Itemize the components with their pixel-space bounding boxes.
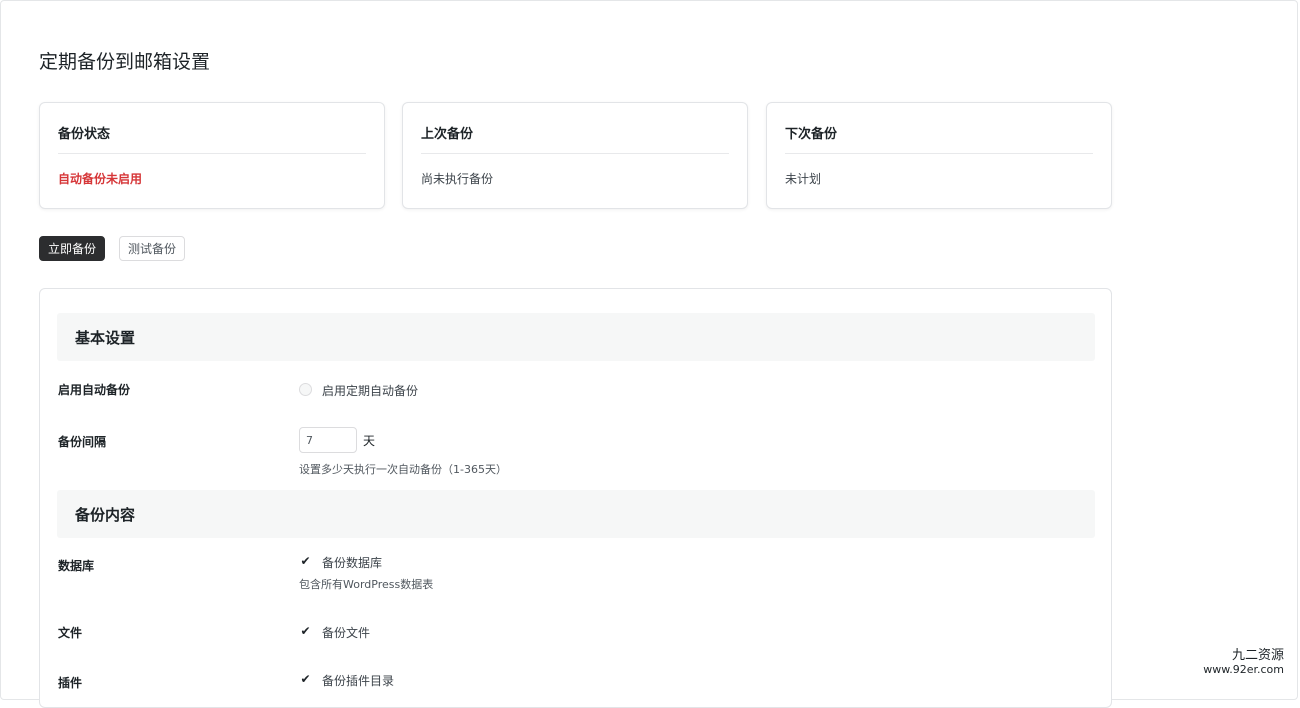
check-icon: ✔ xyxy=(300,672,311,686)
interval-unit-label: 天 xyxy=(363,434,376,448)
test-backup-button[interactable]: 测试备份 xyxy=(119,236,185,261)
plugins-label: 插件 xyxy=(58,676,83,690)
status-card-next-backup: 下次备份 未计划 xyxy=(766,102,1112,209)
check-icon: ✔ xyxy=(300,554,311,568)
page-title: 定期备份到邮箱设置 xyxy=(39,51,211,73)
card-divider xyxy=(58,153,366,154)
backup-state-value: 自动备份未启用 xyxy=(58,172,143,186)
auto-backup-checkbox-label[interactable]: 启用定期自动备份 xyxy=(322,382,418,399)
files-label: 文件 xyxy=(58,626,83,640)
card-divider xyxy=(785,153,1093,154)
database-checkbox-label[interactable]: 备份数据库 xyxy=(322,554,382,571)
backup-interval-input[interactable] xyxy=(299,427,357,453)
database-help-text: 包含所有WordPress数据表 xyxy=(299,578,434,591)
plugins-checkbox[interactable]: ✔ xyxy=(299,673,312,686)
status-card-last-backup: 上次备份 尚未执行备份 xyxy=(402,102,748,209)
backup-interval-label: 备份间隔 xyxy=(58,435,107,449)
watermark-url: www.92er.com xyxy=(1203,662,1284,676)
section-title: 备份内容 xyxy=(75,506,136,524)
card-title: 下次备份 xyxy=(785,127,838,142)
settings-panel: 基本设置 启用自动备份 启用定期自动备份 备份间隔 天 设置多少天执行一次自动备… xyxy=(39,288,1112,708)
watermark: 九二资源 www.92er.com xyxy=(1203,648,1284,677)
next-backup-value: 未计划 xyxy=(785,172,822,186)
backup-now-button[interactable]: 立即备份 xyxy=(39,236,105,261)
check-icon: ✔ xyxy=(300,624,311,638)
auto-backup-label: 启用自动备份 xyxy=(58,383,131,397)
files-checkbox-label[interactable]: 备份文件 xyxy=(322,624,370,641)
section-title: 基本设置 xyxy=(75,329,136,347)
database-checkbox[interactable]: ✔ xyxy=(299,555,312,568)
section-header-backup-content: 备份内容 xyxy=(57,490,1095,538)
section-header-basic-settings: 基本设置 xyxy=(57,313,1095,361)
interval-help-text: 设置多少天执行一次自动备份（1-365天） xyxy=(299,463,507,476)
auto-backup-checkbox[interactable] xyxy=(299,383,312,396)
database-label: 数据库 xyxy=(58,559,95,573)
watermark-name: 九二资源 xyxy=(1231,648,1284,663)
card-title: 备份状态 xyxy=(58,127,111,142)
card-divider xyxy=(421,153,729,154)
files-checkbox[interactable]: ✔ xyxy=(299,625,312,638)
last-backup-value: 尚未执行备份 xyxy=(421,172,494,186)
status-card-backup-state: 备份状态 自动备份未启用 xyxy=(39,102,385,209)
card-title: 上次备份 xyxy=(421,127,474,142)
